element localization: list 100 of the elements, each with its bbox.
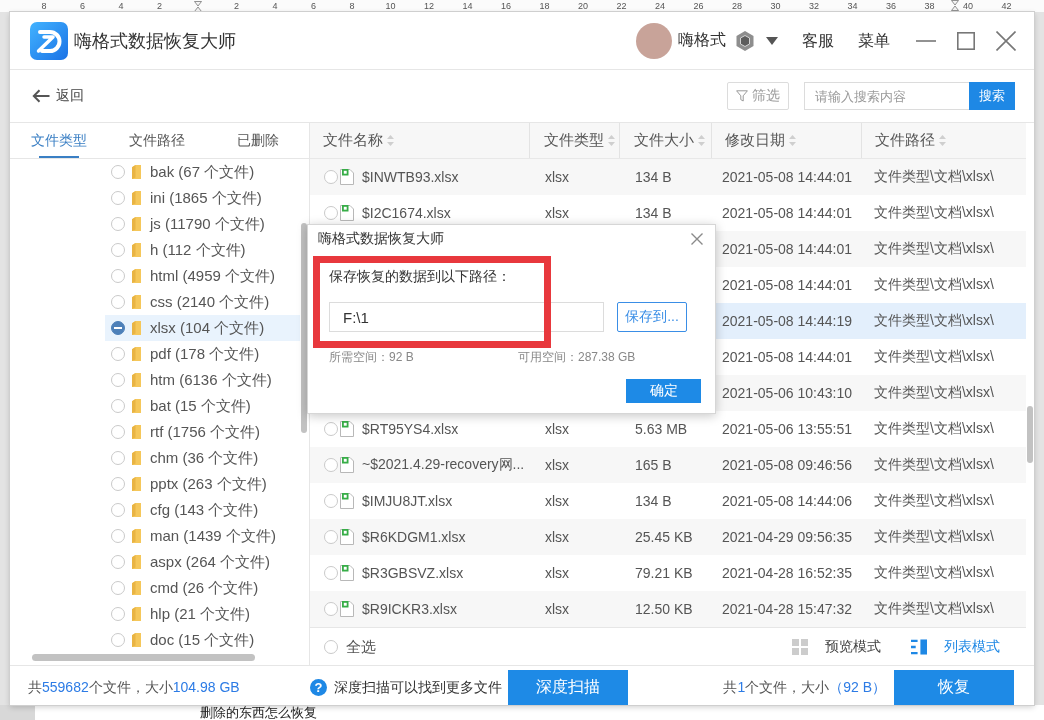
maximize-icon[interactable]: [957, 31, 975, 50]
radio-button[interactable]: [111, 451, 125, 465]
ruler-number: 32: [809, 1, 819, 11]
table-row[interactable]: $IMJU8JT.xlsx xlsx 134 B 2021-05-08 14:44:06 文件类型\文档\xlsx\: [310, 483, 1026, 519]
view-mode-button[interactable]: 预览模式: [792, 638, 881, 656]
radio-button[interactable]: [111, 477, 125, 491]
table-row[interactable]: $I2C1674.xlsx xlsx 134 B 2021-05-08 14:44:01 文件类型\文档\xlsx\: [310, 195, 1026, 231]
tree-item[interactable]: pdf (178 个文件): [105, 341, 300, 367]
tree-item[interactable]: css (2140 个文件): [105, 289, 300, 315]
ruler-number: 34: [847, 1, 858, 11]
table-cell: 2021-05-08 14:44:01: [722, 349, 852, 365]
radio-button[interactable]: [324, 494, 338, 508]
column-header[interactable]: 文件大小: [620, 123, 712, 158]
header-menu-item[interactable]: 菜单: [858, 30, 890, 51]
radio-button[interactable]: [324, 566, 338, 580]
radio-button[interactable]: [111, 347, 125, 361]
tree-item[interactable]: aspx (264 个文件): [105, 549, 300, 575]
column-header[interactable]: 文件类型: [530, 123, 620, 158]
radio-button[interactable]: [111, 269, 125, 283]
radio-button[interactable]: [324, 640, 338, 654]
tree-item[interactable]: cfg (143 个文件): [105, 497, 300, 523]
table-cell: xlsx: [545, 457, 570, 473]
confirm-button[interactable]: 确定: [626, 379, 701, 403]
filter-icon: [736, 90, 748, 102]
radio-button[interactable]: [324, 530, 338, 544]
ruler-number: 30: [770, 1, 781, 11]
radio-button[interactable]: [324, 458, 338, 472]
radio-button[interactable]: [111, 633, 125, 647]
tree-item[interactable]: ini (1865 个文件): [105, 185, 300, 211]
table-row[interactable]: $RT95YS4.xlsx xlsx 5.63 MB 2021-05-06 13:55:51 文件类型\文档\xlsx\: [310, 411, 1026, 447]
folder-icon: [132, 243, 141, 257]
tree-item[interactable]: man (1439 个文件): [105, 523, 300, 549]
avatar-placeholder[interactable]: [636, 22, 672, 59]
radio-button[interactable]: [324, 422, 338, 436]
sidebar-tab[interactable]: 已删除: [206, 123, 309, 158]
browse-button[interactable]: 保存到...: [617, 302, 687, 332]
radio-button[interactable]: [111, 503, 125, 517]
sidebar-tab[interactable]: 文件类型: [10, 123, 108, 158]
tree-item[interactable]: html (4959 个文件): [105, 263, 300, 289]
radio-button[interactable]: [111, 243, 125, 257]
available-space: 可用空间：287.38 GB: [518, 349, 636, 365]
tree-item[interactable]: bat (15 个文件): [105, 393, 300, 419]
sidebar-tab[interactable]: 文件路径: [108, 123, 206, 158]
recover-button[interactable]: 恢复: [894, 670, 1014, 705]
ruler-marker-icon[interactable]: [194, 0, 202, 12]
back-button[interactable]: 返回: [32, 87, 84, 105]
radio-button[interactable]: [111, 555, 125, 569]
table-row[interactable]: $R9ICKR3.xlsx xlsx 12.50 KB 2021-04-28 15:47:32 文件类型\文档\xlsx\: [310, 591, 1026, 627]
radio-button[interactable]: [111, 581, 125, 595]
close-icon[interactable]: [691, 233, 703, 245]
column-header[interactable]: 修改日期: [712, 123, 862, 158]
column-header[interactable]: 文件路径: [862, 123, 1026, 158]
minimize-icon[interactable]: [916, 39, 936, 42]
tree-item[interactable]: hlp (21 个文件): [105, 601, 300, 627]
scrollbar-thumb[interactable]: [1027, 406, 1033, 463]
radio-button[interactable]: [111, 425, 125, 439]
table-row[interactable]: $INWTB93.xlsx xlsx 134 B 2021-05-08 14:44:01 文件类型\文档\xlsx\: [310, 159, 1026, 195]
radio-button[interactable]: [111, 191, 125, 205]
tree-item[interactable]: htm (6136 个文件): [105, 367, 300, 393]
search-field[interactable]: 请输入搜索内容: [804, 82, 969, 110]
select-all-button[interactable]: 全选: [324, 637, 376, 657]
ruler-number: 26: [693, 1, 704, 11]
close-icon[interactable]: [996, 30, 1016, 51]
column-header[interactable]: 文件名称: [310, 123, 530, 158]
tree-item[interactable]: rtf (1756 个文件): [105, 419, 300, 445]
radio-button[interactable]: [324, 206, 338, 220]
view-mode-button[interactable]: 列表模式: [911, 638, 1000, 656]
table-row[interactable]: ~$2021.4.29-recovery网... xlsx 165 B 2021-05-08 09:46:56 文件类型\文档\xlsx\: [310, 447, 1026, 483]
radio-button[interactable]: [111, 399, 125, 413]
user-name[interactable]: 嗨格式: [678, 30, 726, 51]
tree-item[interactable]: doc (15 个文件): [105, 627, 300, 653]
radio-button[interactable]: [111, 321, 125, 335]
search-button[interactable]: 搜索: [969, 82, 1015, 110]
tree-item[interactable]: xlsx (104 个文件): [105, 315, 300, 341]
radio-button[interactable]: [111, 165, 125, 179]
table-row[interactable]: $R6KDGM1.xlsx xlsx 25.45 KB 2021-04-29 09:56:35 文件类型\文档\xlsx\: [310, 519, 1026, 555]
window-title: 嗨格式数据恢复大师: [74, 29, 236, 53]
tree-item[interactable]: js (11790 个文件): [105, 211, 300, 237]
ruler-marker-icon[interactable]: [951, 0, 959, 11]
tree-item[interactable]: bak (67 个文件): [105, 159, 300, 185]
radio-button[interactable]: [324, 602, 338, 616]
tree-item[interactable]: cmd (26 个文件): [105, 575, 300, 601]
radio-button[interactable]: [111, 529, 125, 543]
deep-scan-button[interactable]: 深度扫描: [508, 670, 628, 705]
table-row[interactable]: $R3GBSVZ.xlsx xlsx 79.21 KB 2021-04-28 16:52:35 文件类型\文档\xlsx\: [310, 555, 1026, 591]
path-field[interactable]: F:\1: [329, 302, 604, 332]
radio-button[interactable]: [324, 170, 338, 184]
radio-button[interactable]: [111, 217, 125, 231]
radio-button[interactable]: [111, 607, 125, 621]
caret-down-icon[interactable]: [766, 36, 778, 45]
scrollbar-thumb[interactable]: [32, 654, 255, 661]
tree-item[interactable]: h (112 个文件): [105, 237, 300, 263]
ruler-number: 24: [655, 1, 665, 11]
radio-button[interactable]: [111, 295, 125, 309]
tree-item[interactable]: pptx (263 个文件): [105, 471, 300, 497]
tree-item[interactable]: chm (36 个文件): [105, 445, 300, 471]
scrollbar-thumb[interactable]: [301, 223, 307, 433]
radio-button[interactable]: [111, 373, 125, 387]
file-icon: [339, 168, 355, 186]
header-menu-item[interactable]: 客服: [802, 30, 834, 51]
